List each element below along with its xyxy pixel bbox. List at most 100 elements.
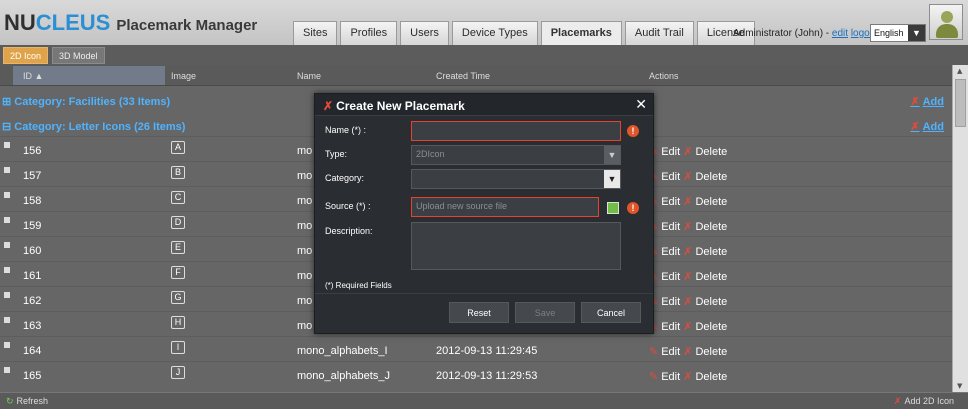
tab-users[interactable]: Users <box>400 21 449 45</box>
delete-button[interactable]: ✗ Delete <box>683 221 727 233</box>
description-textarea[interactable] <box>411 222 621 270</box>
row-actions: ✎Edit ✗Delete <box>649 195 727 208</box>
delete-button[interactable]: ✗ Delete <box>683 271 727 283</box>
add-facility-link[interactable]: ✗ Add <box>910 95 944 108</box>
edit-button[interactable]: ✎Edit <box>649 371 680 383</box>
subtab-bar: 2D Icon 3D Model <box>0 45 968 65</box>
chevron-down-icon[interactable]: ▼ <box>908 25 925 41</box>
type-label: Type: <box>325 149 348 159</box>
tab-device-types[interactable]: Device Types <box>451 21 538 45</box>
dialog-title: Create New Placemark <box>336 99 465 113</box>
table-row[interactable]: 165 Jmono_alphabets_J 2012-09-13 11:29:53 ✎… <box>0 361 952 386</box>
expand-icon[interactable] <box>4 367 10 373</box>
letter-icon: G <box>171 291 185 304</box>
delete-button[interactable]: ✗ Delete <box>683 196 727 208</box>
expand-icon[interactable] <box>4 317 10 323</box>
expand-icon[interactable] <box>4 167 10 173</box>
browse-file-icon[interactable] <box>607 202 619 214</box>
add-letter-link[interactable]: ✗ Add <box>910 120 944 133</box>
delete-button[interactable]: ✗ Delete <box>683 371 727 383</box>
subtab-3d-model[interactable]: 3D Model <box>52 47 105 64</box>
row-id: 156 <box>23 145 42 157</box>
type-select[interactable]: 2DIcon ▼ <box>411 145 621 165</box>
col-id[interactable]: ID ▲ <box>23 71 43 81</box>
letter-icon: E <box>171 241 185 254</box>
avatar[interactable] <box>929 4 963 40</box>
scroll-up-icon[interactable]: ▲ <box>957 67 962 75</box>
delete-icon: ✗ <box>683 271 693 283</box>
letter-icon: D <box>171 216 185 229</box>
col-name[interactable]: Name <box>297 71 321 81</box>
reset-button[interactable]: Reset <box>449 302 509 323</box>
cancel-button[interactable]: Cancel <box>581 302 641 323</box>
category-label: Category: Facilities (33 Items) <box>14 96 171 108</box>
delete-button[interactable]: ✗ Delete <box>683 146 727 158</box>
error-icon: ! <box>627 125 639 137</box>
col-image[interactable]: Image <box>171 71 196 81</box>
app-header: NUCLEUS Placemark Manager Sites Profiles … <box>0 0 968 45</box>
expand-icon[interactable] <box>4 192 10 198</box>
expand-icon[interactable] <box>4 217 10 223</box>
expand-icon[interactable] <box>4 142 10 148</box>
user-name: Administrator (John) - <box>733 28 832 39</box>
letter-icon: F <box>171 266 185 279</box>
collapse-icon[interactable]: ⊟ <box>2 121 11 133</box>
tab-sites[interactable]: Sites <box>293 21 338 45</box>
scroll-thumb[interactable] <box>955 79 966 127</box>
col-created-time[interactable]: Created Time <box>436 71 490 81</box>
subtab-2d-icon[interactable]: 2D Icon <box>3 47 49 64</box>
refresh-button[interactable]: ↻ Refresh <box>6 396 48 407</box>
save-button[interactable]: Save <box>515 302 575 323</box>
dialog-header: ✗ Create New Placemark ✕ <box>315 94 653 116</box>
source-input[interactable]: Upload new source file <box>411 197 599 217</box>
expand-icon[interactable] <box>4 292 10 298</box>
edit-label: Edit <box>661 171 681 183</box>
pin-icon: ✗ <box>910 96 920 108</box>
pin-icon: ✗ <box>910 121 920 133</box>
row-actions: ✎Edit ✗Delete <box>649 295 727 308</box>
category-select[interactable]: ▼ <box>411 169 621 189</box>
delete-button[interactable]: ✗ Delete <box>683 296 727 308</box>
delete-button[interactable]: ✗ Delete <box>683 321 727 333</box>
tab-placemarks[interactable]: Placemarks <box>540 21 622 45</box>
add-2d-icon-button[interactable]: ✗ Add 2D Icon <box>894 396 954 407</box>
edit-profile-link[interactable]: edit <box>832 28 848 39</box>
letter-icon: H <box>171 316 185 329</box>
expand-icon[interactable] <box>4 267 10 273</box>
scroll-down-icon[interactable]: ▼ <box>957 382 962 390</box>
user-info: Administrator (John) - edit logout <box>733 28 878 39</box>
tab-audit-trail[interactable]: Audit Trail <box>624 21 694 45</box>
expand-icon[interactable] <box>4 342 10 348</box>
refresh-icon: ↻ <box>6 396 14 406</box>
row-name: mo <box>297 170 313 182</box>
expand-icon[interactable]: ⊞ <box>2 96 11 108</box>
tab-profiles[interactable]: Profiles <box>340 21 398 45</box>
name-input[interactable] <box>411 121 621 141</box>
language-select[interactable]: English ▼ <box>870 24 926 42</box>
chevron-down-icon[interactable]: ▼ <box>604 146 620 164</box>
edit-label: Edit <box>661 346 681 358</box>
row-id: 164 <box>23 345 42 357</box>
chevron-down-icon[interactable]: ▼ <box>604 170 620 188</box>
row-id: 160 <box>23 245 42 257</box>
edit-label: Edit <box>661 146 681 158</box>
grid-footer: ↻ Refresh ✗ Add 2D Icon <box>0 392 968 409</box>
table-row[interactable]: 164 Imono_alphabets_I 2012-09-13 11:29:45 ✎… <box>0 336 952 361</box>
add-label: Add <box>922 121 944 133</box>
close-icon[interactable]: ✕ <box>635 96 647 113</box>
edit-button[interactable]: ✎Edit <box>649 346 680 358</box>
edit-label: Edit <box>661 196 681 208</box>
delete-button[interactable]: ✗ Delete <box>683 346 727 358</box>
row-created-time: 2012-09-13 11:29:45 <box>436 345 538 357</box>
grid-scrollbar[interactable]: ▲ ▼ <box>952 65 968 392</box>
delete-button[interactable]: ✗ Delete <box>683 171 727 183</box>
delete-icon: ✗ <box>683 296 693 308</box>
expand-icon[interactable] <box>4 242 10 248</box>
row-id: 157 <box>23 170 42 182</box>
row-id: 163 <box>23 320 42 332</box>
row-id: 165 <box>23 370 42 382</box>
row-actions: ✎Edit ✗Delete <box>649 220 727 233</box>
letter-icon: J <box>171 366 185 379</box>
delete-button[interactable]: ✗ Delete <box>683 246 727 258</box>
type-value: 2DIcon <box>416 149 445 159</box>
